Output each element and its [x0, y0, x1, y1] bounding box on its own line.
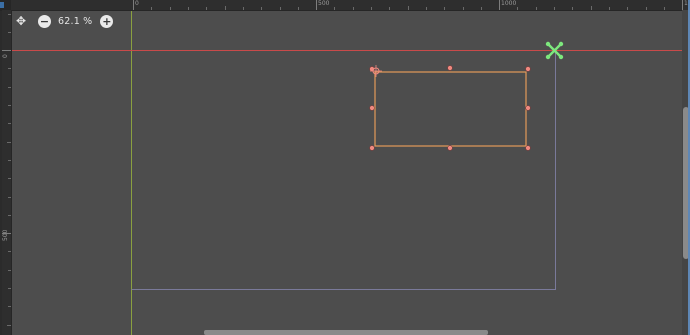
horizontal-ruler[interactable]: 0 500 1000 15 [0, 0, 690, 11]
resize-handle-bottom-right[interactable] [525, 145, 531, 151]
resize-handle-right[interactable] [525, 105, 531, 111]
resize-handle-left[interactable] [369, 105, 375, 111]
ruler-label-v500: 500 [2, 229, 9, 241]
zoom-toolbar: ✥ − 62.1 % + [14, 14, 114, 28]
ruler-label-0: 0 [135, 0, 139, 7]
zoom-in-button[interactable]: + [100, 14, 114, 28]
horizontal-scrollbar-thumb[interactable] [204, 330, 488, 335]
ruler-label-v0: 0 [2, 54, 9, 58]
resize-handle-top-right[interactable] [525, 66, 531, 72]
vertical-ruler-ticks [2, 14, 11, 326]
resize-handle-bottom-left[interactable] [369, 145, 375, 151]
ruler-corner-accent [0, 2, 4, 8]
ruler-label-500: 500 [318, 0, 330, 7]
zoom-level-label[interactable]: 62.1 % [58, 16, 92, 27]
viewport-overlay [10, 10, 690, 335]
viewport-bounds-outline [131, 50, 556, 290]
move-icon[interactable]: ✥ [14, 14, 28, 28]
horizontal-ruler-ticks [133, 0, 683, 10]
resize-handle-bottom[interactable] [447, 145, 453, 151]
zoom-out-button[interactable]: − [38, 14, 51, 28]
ruler-label-1000: 1000 [501, 0, 517, 7]
ruler-corner [0, 0, 11, 10]
selection-rect[interactable] [374, 71, 527, 147]
vertical-ruler[interactable]: 0 500 [2, 10, 12, 335]
resize-handle-top[interactable] [447, 65, 453, 71]
canvas-viewport[interactable]: ✥ − 62.1 % + [0, 0, 690, 335]
